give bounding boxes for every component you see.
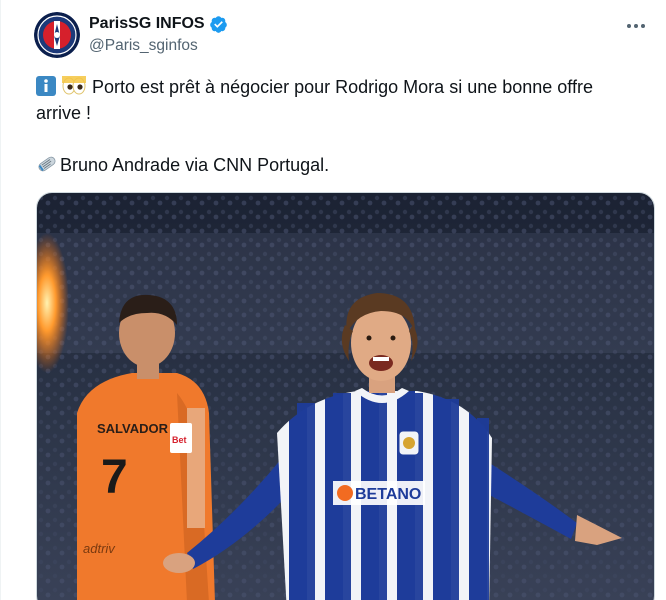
opponent-name: SALVADOR bbox=[97, 421, 169, 436]
tweet-line-1: Porto est prêt à négocier pour Rodrigo M… bbox=[36, 74, 636, 126]
opponent-sponsor: adtriv bbox=[83, 541, 116, 556]
name-row: ParisSG INFOS bbox=[89, 14, 228, 34]
tweet-line-2: Bruno Andrade via CNN Portugal. bbox=[36, 152, 636, 178]
tweet-card: ParisSG INFOS @Paris_sginfos Porto est p… bbox=[0, 0, 666, 600]
tweet-media-image[interactable]: SALVADOR 7 adtriv Bet BETANO bbox=[36, 192, 655, 600]
more-options-button[interactable] bbox=[624, 16, 648, 36]
author-handle[interactable]: @Paris_sginfos bbox=[89, 36, 228, 56]
tweet-text: Porto est prêt à négocier pour Rodrigo M… bbox=[36, 74, 636, 178]
info-emoji-icon bbox=[36, 76, 56, 96]
author-display-name[interactable]: ParisSG INFOS bbox=[89, 14, 205, 34]
opponent-badge: Bet bbox=[172, 435, 187, 445]
tweet-line-2-text: Bruno Andrade via CNN Portugal. bbox=[60, 155, 330, 175]
psg-crest-icon bbox=[34, 12, 80, 58]
verified-badge-icon bbox=[209, 15, 227, 33]
author-block: ParisSG INFOS @Paris_sginfos bbox=[89, 14, 228, 56]
eyes-emoji-icon bbox=[62, 76, 86, 95]
tweet-line-1-text: Porto est prêt à négocier pour Rodrigo M… bbox=[36, 77, 593, 123]
opponent-number: 7 bbox=[101, 451, 128, 504]
rolled-newspaper-emoji-icon bbox=[38, 156, 56, 172]
football-celebration-photo: SALVADOR 7 adtriv Bet BETANO bbox=[37, 193, 654, 600]
more-options-icon bbox=[627, 24, 645, 28]
avatar[interactable] bbox=[34, 12, 80, 58]
shirt-sponsor: BETANO bbox=[355, 486, 421, 503]
